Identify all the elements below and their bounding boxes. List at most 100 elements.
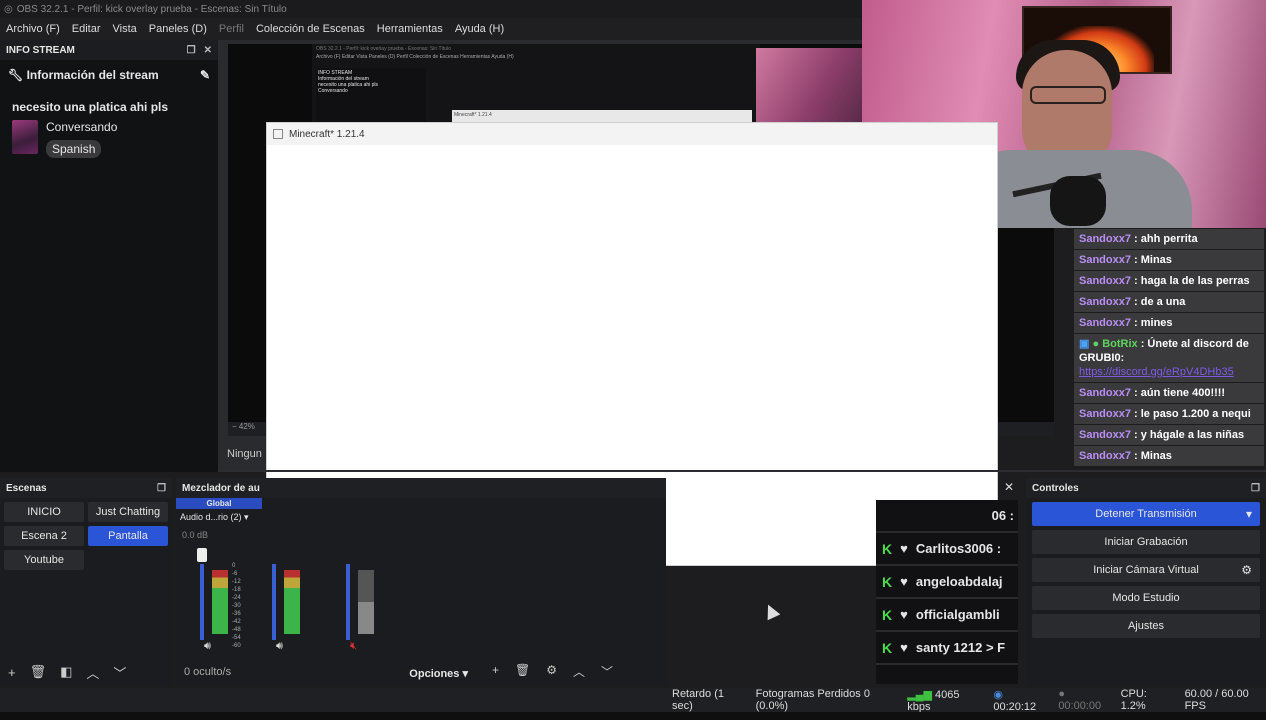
options-dropdown[interactable]: Opciones ▾ [409,667,468,680]
kick-event-row: 06 : [876,500,1018,533]
add-icon[interactable]: + [8,665,16,680]
status-bar: Retardo (1 sec) Fotogramas Perdidos 0 (0… [0,688,1266,713]
nested-category: Conversando [318,88,348,94]
chevron-up-icon[interactable]: ︿ [573,663,585,680]
mixer-header: Mezclador de au [176,478,666,498]
float-dock-icon[interactable]: ❐ [187,45,196,56]
info-stream-dock: INFO STREAM ❐ ✕ 🔧︎ Información del strea… [0,40,218,472]
db-scale: 0 -6 -12 -18 -24 -30 -36 -42 -48 -54 -60 [232,563,241,649]
chat-message: Sandoxx7 : Minas [1074,446,1264,466]
volume-fader-3[interactable] [346,564,350,640]
trash-icon[interactable]: 🗑︎ [30,664,47,680]
volume-fader[interactable] [200,564,204,640]
chat-message: Sandoxx7 : y hágale a las niñas [1074,425,1264,445]
level-meter [292,570,300,634]
float-dock-icon[interactable]: ❐ [1251,483,1260,494]
nested-menu: Archivo (F) Editar Vista Paneles (D) Per… [316,54,514,60]
kick-event-row: K ♥ officialgambli [876,599,1018,632]
filter-icon[interactable]: ◧ [60,664,72,680]
nested-info-dock: INFO STREAM Información del stream neces… [316,68,426,122]
studio-mode-button[interactable]: Modo Estudio [1032,586,1260,610]
chat-message: Sandoxx7 : haga la de las perras [1074,271,1264,291]
minecraft-titlebar[interactable]: Minecraft* 1.21.4 [267,123,997,145]
info-stream-header: INFO STREAM ❐ ✕ [0,40,218,60]
dropped-frames-status: Fotogramas Perdidos 0 (0.0%) [755,688,870,712]
zoom-level[interactable]: 42% [239,422,255,431]
speaker-icon[interactable]: 🔊︎ [204,640,211,653]
mouse-cursor [761,601,781,621]
broadcast-icon: ◉ [993,688,1003,701]
scenes-header: Escenas ❐ [0,478,172,498]
scene-youtube[interactable]: Youtube [4,550,84,570]
glasses [1030,86,1106,104]
start-recording-button[interactable]: Iniciar Grabación [1032,530,1260,554]
menu-bar: Archivo (F) Editar Vista Paneles (D) Per… [0,18,862,40]
window-title: OBS 32.2.1 - Perfil: kick overlay prueba… [16,3,287,15]
float-dock-icon[interactable]: ❐ [157,483,166,494]
volume-fader-knob[interactable] [197,548,207,562]
settings-button[interactable]: Ajustes [1032,614,1260,638]
nested-minecraft-title: Minecraft* 1.21.4 [452,110,752,122]
virtual-camera-button[interactable]: Iniciar Cámara Virtual ⚙ [1032,558,1260,582]
heart-icon: ♥ [900,541,908,556]
menu-perfil[interactable]: Perfil [213,23,250,35]
menu-archivo[interactable]: Archivo (F) [0,23,66,35]
info-stream-title: INFO STREAM [6,44,75,56]
chat-message: Sandoxx7 : aún tiene 400!!!! [1074,383,1264,403]
nested-webcam [756,48,862,122]
level-meter [358,570,366,634]
level-meter [212,570,220,634]
chevron-down-icon[interactable]: ﹀ [113,663,126,682]
window-titlebar: ◎ OBS 32.2.1 - Perfil: kick overlay prue… [0,0,862,18]
kick-event-row: K ♥ santy 1212 > F [876,632,1018,665]
controls-header: Controles ❐ [1026,478,1266,498]
muted-speaker-icon[interactable]: 🔇︎ [350,640,357,653]
scene-inicio[interactable]: INICIO [4,502,84,522]
nested-obs-preview: OBS 32.2.1 - Perfil: kick overlay prueba… [312,44,760,122]
kick-icon: K [882,606,893,623]
chat-message: Sandoxx7 : mines [1074,313,1264,333]
zoom-out-icon[interactable]: − [232,422,237,431]
menu-coleccion-escenas[interactable]: Colección de Escenas [250,23,371,35]
delay-status: Retardo (1 sec) [672,688,724,712]
heart-icon: ♥ [900,574,908,589]
signal-icon: ▂▄▆ [907,688,932,701]
verified-icon: ● [1092,338,1100,350]
chevron-down-icon: ▾ [244,512,249,522]
cpu-status: CPU: 1.2% [1120,688,1147,712]
wrench-icon: 🔧︎ [8,68,24,82]
gear-icon[interactable]: ⚙ [546,663,557,680]
stream-time-status: ◉ 00:20:12 [993,688,1037,713]
language-tag: Spanish [46,140,102,158]
scene-escena-2[interactable]: Escena 2 [4,526,84,546]
menu-herramientas[interactable]: Herramientas [371,23,449,35]
chevron-up-icon[interactable]: ︿ [86,663,99,682]
mixer-global-tab[interactable]: Global [176,498,262,509]
audio-device-select[interactable]: Audio d...rio (2) ▾ [180,512,249,523]
volume-fader-2[interactable] [272,564,276,640]
chevron-down-icon[interactable]: ﹀ [601,663,613,680]
stop-stream-button[interactable]: Detener Transmisión ▾ [1032,502,1260,526]
chat-message: Sandoxx7 : de a una [1074,292,1264,312]
menu-editar[interactable]: Editar [66,23,107,35]
info-section-title: Información del stream [26,68,159,82]
menu-ayuda[interactable]: Ayuda (H) [449,23,510,35]
trash-icon[interactable]: 🗑︎ [515,663,530,680]
scene-pantalla[interactable]: Pantalla [88,526,168,546]
dock-separator[interactable] [218,470,1266,472]
discord-link[interactable]: https://discord.gg/eRpV4DHb35 [1079,366,1234,378]
stream-title-text: necesito una platica ahi pls [12,100,169,114]
scene-just-chatting[interactable]: Just Chatting [88,502,168,522]
menu-vista[interactable]: Vista [107,23,143,35]
menu-paneles[interactable]: Paneles (D) [143,23,213,35]
minecraft-title: Minecraft* 1.21.4 [289,128,365,140]
speaker-icon[interactable]: 🔊︎ [276,640,283,653]
mixer-hidden-count: 0 oculto/s [184,666,232,678]
nested-title: OBS 32.2.1 - Perfil: kick overlay prueba… [316,46,451,52]
close-icon[interactable]: ✕ [1004,480,1018,494]
level-meter [366,570,374,634]
edit-pencil-icon[interactable]: ✎ [200,68,210,82]
add-icon[interactable]: + [492,663,499,680]
close-icon[interactable]: ✕ [204,45,212,56]
kick-icon: K [882,540,893,557]
